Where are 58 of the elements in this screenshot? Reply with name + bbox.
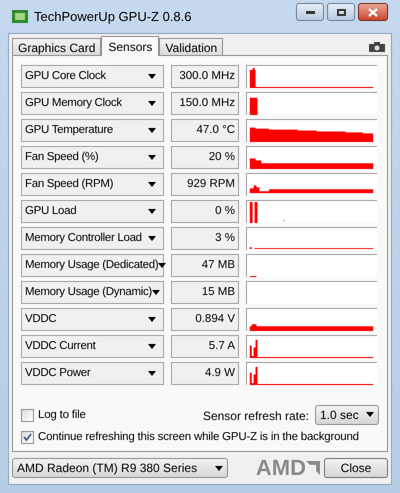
minimize-button[interactable] [296, 3, 324, 21]
caret-icon [152, 290, 160, 295]
camera-icon[interactable] [369, 42, 385, 52]
sensor-name-dropdown[interactable]: VDDC [21, 308, 164, 331]
sensor-name-dropdown[interactable]: VDDC Current [21, 335, 164, 358]
sensor-name-dropdown[interactable]: Memory Usage (Dynamic) [21, 281, 164, 304]
sensor-value: 5.7 A [171, 335, 239, 358]
sensor-value: 4.9 W [171, 362, 239, 385]
sensor-name-dropdown[interactable]: VDDC Power [21, 362, 164, 385]
maximize-button[interactable] [327, 3, 355, 21]
sensor-value: 929 RPM [171, 173, 239, 196]
caret-icon [148, 182, 156, 187]
log-to-file-label: Log to file [38, 408, 86, 424]
sensor-name-dropdown[interactable]: Fan Speed (%) [21, 146, 164, 169]
sensor-value: 0.894 V [171, 308, 239, 331]
sensor-value: 47.0 °C [171, 119, 239, 142]
sensor-name-dropdown[interactable]: GPU Temperature [21, 119, 164, 142]
caret-icon [158, 263, 166, 268]
caret-icon [148, 317, 156, 322]
caret-icon [366, 412, 374, 418]
sensor-value: 150.0 MHz [171, 92, 239, 115]
logo-arrow-icon [306, 461, 320, 475]
caret-icon [148, 101, 156, 106]
caret-icon [148, 344, 156, 349]
caret-icon [148, 236, 156, 241]
tab[interactable]: Sensors [101, 36, 160, 56]
app-icon [12, 10, 28, 23]
sensor-value: 20 % [171, 146, 239, 169]
close-window-button[interactable] [358, 3, 388, 21]
tab[interactable]: Graphics Card [12, 38, 102, 55]
refresh-rate-label: Sensor refresh rate: [202, 408, 309, 425]
checkbox[interactable] [21, 409, 34, 422]
caret-icon [215, 466, 223, 470]
sensor-name-dropdown[interactable]: GPU Memory Clock [21, 92, 164, 115]
sensor-value: 15 MB [171, 281, 239, 304]
sensor-name-dropdown[interactable]: Memory Usage (Dedicated) [21, 254, 164, 277]
checkbox[interactable] [21, 430, 34, 444]
refresh-rate-dropdown[interactable]: 1.0 sec [315, 404, 379, 425]
sensor-name-dropdown[interactable]: GPU Core Clock [21, 65, 164, 88]
sensor-name-dropdown[interactable]: Fan Speed (RPM) [21, 173, 164, 196]
caret-icon [148, 209, 156, 214]
sensor-value: 300.0 MHz [171, 65, 239, 88]
sensor-value: 3 % [171, 227, 239, 250]
caret-icon [148, 74, 156, 79]
caret-icon [148, 371, 156, 376]
caret-icon [148, 155, 156, 160]
window-title: TechPowerUp GPU-Z 0.8.6 [34, 8, 192, 26]
sensor-name-dropdown[interactable]: Memory Controller Load [21, 227, 164, 250]
close-icon [368, 8, 378, 16]
sensor-value: 0 % [171, 200, 239, 223]
close-button[interactable]: Close [324, 458, 388, 478]
tab[interactable]: Validation [159, 38, 224, 55]
logo: AMD [256, 457, 306, 479]
sensor-value: 47 MB [171, 254, 239, 277]
sensor-name-dropdown[interactable]: GPU Load [21, 200, 164, 223]
continue-refreshing-label: Continue refreshing this screen while GPU-Z is in the background [38, 430, 359, 445]
caret-icon [148, 128, 156, 133]
gpu-select-dropdown[interactable]: AMD Radeon (TM) R9 380 Series [12, 458, 228, 478]
